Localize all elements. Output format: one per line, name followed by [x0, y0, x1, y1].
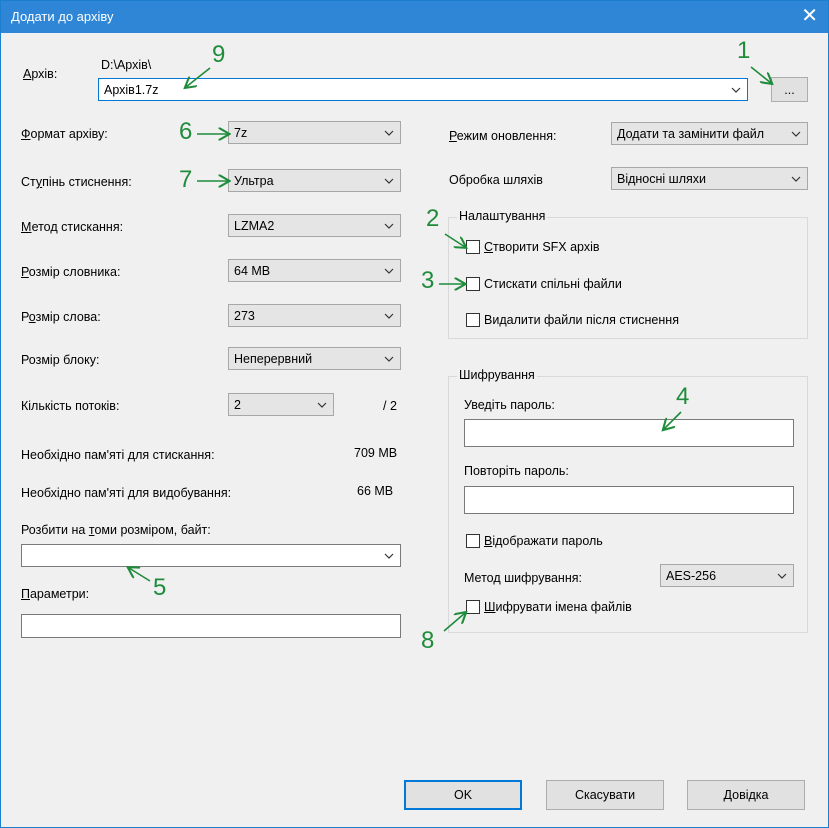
annotation-5: 5 [153, 574, 167, 601]
arrow-5 [129, 568, 151, 582]
annotation-4: 4 [676, 383, 690, 410]
annotation-9: 9 [212, 41, 226, 68]
annotation-arrows [1, 66, 828, 632]
arrow-8 [443, 613, 465, 632]
annotation-8: 8 [421, 627, 435, 654]
arrow-4 [664, 411, 682, 429]
arrow-9 [186, 67, 211, 87]
add-to-archive-dialog: Додати до архіву ✕ Архів: D:\Архів\ Архі… [0, 0, 829, 828]
arrow-2 [444, 233, 465, 247]
annotation-6: 6 [179, 118, 193, 145]
annotation-7: 7 [179, 166, 193, 193]
annotation-2: 2 [426, 205, 440, 232]
arrow-1 [750, 66, 771, 83]
annotation-1: 1 [737, 37, 751, 64]
annotation-3: 3 [421, 267, 435, 294]
